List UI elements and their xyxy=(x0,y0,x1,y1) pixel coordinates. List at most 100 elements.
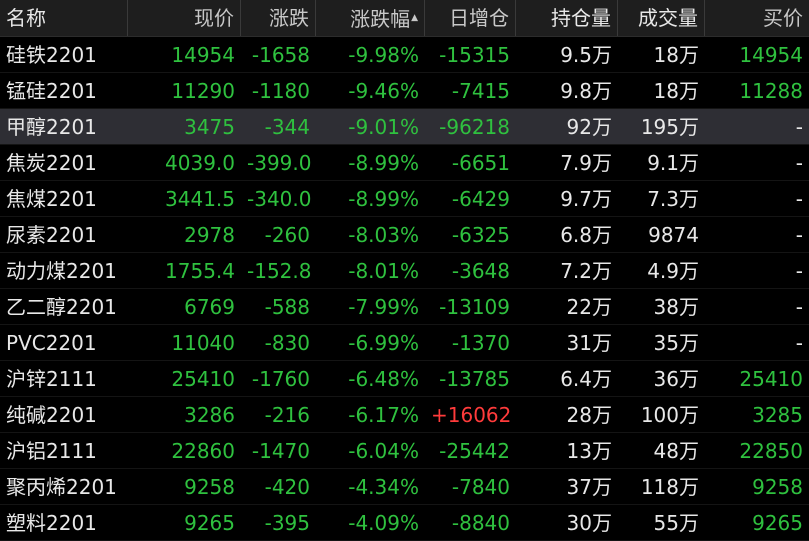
table-row[interactable]: 甲醇2201 3475 -344 -9.01% -96218 92万 195万 - xyxy=(0,109,809,145)
cell-bid: - xyxy=(795,295,803,319)
cell-open-interest: 31万 xyxy=(566,331,612,355)
cell-change-percent: -9.98% xyxy=(348,43,419,67)
cell-oi-change: -7415 xyxy=(451,79,510,103)
cell-name: PVC2201 xyxy=(6,331,97,355)
cell-open-interest: 7.9万 xyxy=(560,151,612,175)
table-row[interactable]: 锰硅2201 11290 -1180 -9.46% -7415 9.8万 18万 11288 xyxy=(0,73,809,109)
cell-oi-change: -25442 xyxy=(439,439,510,463)
cell-last-price: 6769 xyxy=(184,295,235,319)
cell-volume: 195万 xyxy=(640,115,699,139)
cell-volume: 9.1万 xyxy=(647,151,699,175)
column-header-open-interest[interactable]: 持仓量 xyxy=(516,0,618,36)
cell-bid: - xyxy=(795,187,803,211)
column-header-bid[interactable]: 买价 xyxy=(705,0,809,36)
table-row[interactable]: 纯碱2201 3286 -216 -6.17% +16062 28万 100万 3285 xyxy=(0,397,809,433)
cell-volume: 48万 xyxy=(653,439,699,463)
cell-change: -830 xyxy=(264,331,310,355)
cell-open-interest: 9.8万 xyxy=(560,79,612,103)
cell-name: 甲醇2201 xyxy=(6,115,97,139)
table-row[interactable]: PVC2201 11040 -830 -6.99% -1370 31万 35万 - xyxy=(0,325,809,361)
cell-last-price: 11040 xyxy=(171,331,235,355)
cell-oi-change: -8840 xyxy=(451,511,510,535)
column-header-oi-change[interactable]: 日增仓 xyxy=(425,0,516,36)
cell-last-price: 11290 xyxy=(171,79,235,103)
cell-volume: 100万 xyxy=(640,403,699,427)
cell-change-percent: -4.34% xyxy=(348,475,419,499)
cell-name: 沪铝2111 xyxy=(6,439,97,463)
cell-bid: - xyxy=(795,223,803,247)
cell-bid: 25410 xyxy=(739,367,803,391)
cell-last-price: 9265 xyxy=(184,511,235,535)
cell-volume: 35万 xyxy=(653,331,699,355)
cell-name: 硅铁2201 xyxy=(6,43,97,67)
cell-oi-change: +16062 xyxy=(431,403,512,427)
cell-name: 聚丙烯2201 xyxy=(6,475,117,499)
futures-quote-board: 名称 现价 涨跌 涨跌幅▲ 日增仓 持仓量 成交量 买价 硅铁2201 14954… xyxy=(0,0,809,541)
cell-change: -588 xyxy=(264,295,310,319)
column-header-change-percent[interactable]: 涨跌幅▲ xyxy=(316,0,425,36)
cell-last-price: 9258 xyxy=(184,475,235,499)
cell-volume: 36万 xyxy=(653,367,699,391)
cell-oi-change: -15315 xyxy=(439,43,510,67)
cell-volume: 38万 xyxy=(653,295,699,319)
cell-change: -1658 xyxy=(251,43,310,67)
cell-bid: - xyxy=(795,331,803,355)
cell-last-price: 3441.5 xyxy=(165,187,235,211)
column-header-change[interactable]: 涨跌 xyxy=(241,0,316,36)
table-row[interactable]: 沪锌2111 25410 -1760 -6.48% -13785 6.4万 36万 25410 xyxy=(0,361,809,397)
cell-change: -399.0 xyxy=(247,151,312,175)
cell-last-price: 3475 xyxy=(184,115,235,139)
table-row[interactable]: 硅铁2201 14954 -1658 -9.98% -15315 9.5万 18万 14954 xyxy=(0,37,809,73)
cell-bid: 9265 xyxy=(752,511,803,535)
cell-oi-change: -96218 xyxy=(439,115,510,139)
table-row[interactable]: 乙二醇2201 6769 -588 -7.99% -13109 22万 38万 - xyxy=(0,289,809,325)
cell-open-interest: 37万 xyxy=(566,475,612,499)
cell-name: 塑料2201 xyxy=(6,511,97,535)
cell-name: 乙二醇2201 xyxy=(6,295,117,319)
cell-volume: 118万 xyxy=(640,475,699,499)
cell-oi-change: -3648 xyxy=(451,259,510,283)
cell-open-interest: 9.7万 xyxy=(560,187,612,211)
cell-bid: 3285 xyxy=(752,403,803,427)
column-header-last-price[interactable]: 现价 xyxy=(128,0,241,36)
cell-open-interest: 6.4万 xyxy=(560,367,612,391)
cell-volume: 4.9万 xyxy=(647,259,699,283)
cell-name: 动力煤2201 xyxy=(6,259,117,283)
table-row[interactable]: 聚丙烯2201 9258 -420 -4.34% -7840 37万 118万 9258 xyxy=(0,469,809,505)
cell-name: 尿素2201 xyxy=(6,223,97,247)
cell-change-percent: -8.99% xyxy=(348,151,419,175)
cell-change: -1760 xyxy=(251,367,310,391)
cell-change-percent: -7.99% xyxy=(348,295,419,319)
cell-change: -260 xyxy=(264,223,310,247)
cell-bid: 9258 xyxy=(752,475,803,499)
cell-change: -1470 xyxy=(251,439,310,463)
cell-last-price: 22860 xyxy=(171,439,235,463)
cell-last-price: 14954 xyxy=(171,43,235,67)
table-row[interactable]: 焦炭2201 4039.0 -399.0 -8.99% -6651 7.9万 9.1万 - xyxy=(0,145,809,181)
column-header-name[interactable]: 名称 xyxy=(0,0,128,36)
cell-change-percent: -8.01% xyxy=(348,259,419,283)
cell-change-percent: -6.17% xyxy=(348,403,419,427)
cell-change: -152.8 xyxy=(247,259,312,283)
sort-ascending-icon: ▲ xyxy=(411,13,418,23)
cell-change-percent: -8.03% xyxy=(348,223,419,247)
cell-bid: - xyxy=(795,259,803,283)
table-row[interactable]: 尿素2201 2978 -260 -8.03% -6325 6.8万 9874 - xyxy=(0,217,809,253)
cell-change-percent: -9.01% xyxy=(348,115,419,139)
cell-change-percent: -9.46% xyxy=(348,79,419,103)
cell-oi-change: -13109 xyxy=(439,295,510,319)
table-row[interactable]: 焦煤2201 3441.5 -340.0 -8.99% -6429 9.7万 7.3万 - xyxy=(0,181,809,217)
cell-last-price: 4039.0 xyxy=(165,151,235,175)
table-row[interactable]: 动力煤2201 1755.4 -152.8 -8.01% -3648 7.2万 4.9万 - xyxy=(0,253,809,289)
cell-open-interest: 13万 xyxy=(566,439,612,463)
cell-change: -1180 xyxy=(251,79,310,103)
table-row[interactable]: 塑料2201 9265 -395 -4.09% -8840 30万 55万 9265 xyxy=(0,505,809,541)
cell-bid: 22850 xyxy=(739,439,803,463)
cell-name: 纯碱2201 xyxy=(6,403,97,427)
cell-oi-change: -1370 xyxy=(451,331,510,355)
cell-volume: 18万 xyxy=(653,43,699,67)
column-header-volume[interactable]: 成交量 xyxy=(618,0,705,36)
cell-name: 锰硅2201 xyxy=(6,79,97,103)
table-row[interactable]: 沪铝2111 22860 -1470 -6.04% -25442 13万 48万 22850 xyxy=(0,433,809,469)
cell-change-percent: -4.09% xyxy=(348,511,419,535)
